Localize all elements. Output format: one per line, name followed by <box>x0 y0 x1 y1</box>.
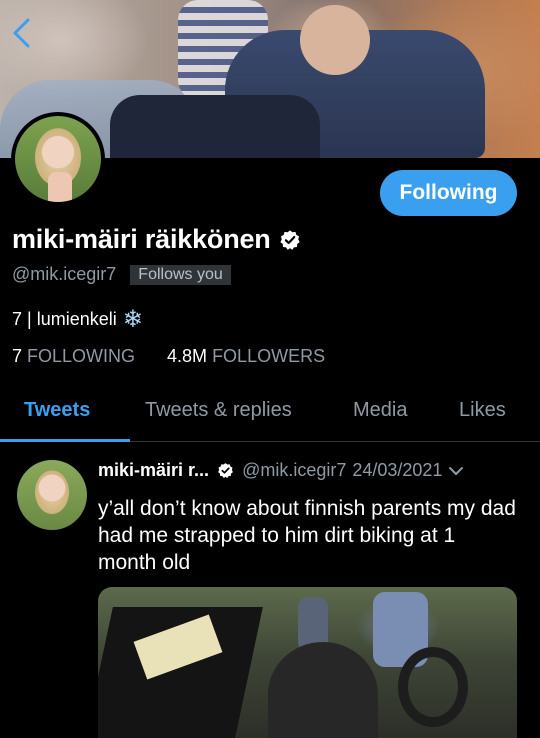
following-label: FOLLOWING <box>27 346 136 366</box>
handle-row: @mik.icegir7 Follows you <box>12 264 231 285</box>
media-photo-detail <box>268 642 378 738</box>
tweet[interactable]: miki-mäiri r... @mik.icegir7 24/03/2021 … <box>0 443 540 738</box>
profile-tabs: Tweets Tweets & replies Media Likes <box>0 382 540 442</box>
display-name: miki-mäiri räikkönen <box>12 224 271 254</box>
tab-likes[interactable]: Likes <box>459 399 506 422</box>
tweet-avatar[interactable] <box>17 460 87 530</box>
following-count: 7 <box>12 346 23 366</box>
followers-count-link[interactable]: 4.8M FOLLOWERS <box>167 346 325 367</box>
followers-label: FOLLOWERS <box>212 346 326 366</box>
tab-tweets[interactable]: Tweets <box>24 399 90 422</box>
tweet-date: 24/03/2021 <box>352 460 443 480</box>
profile-bio: 7 | lumienkeli ❄ <box>12 305 143 334</box>
follows-you-badge: Follows you <box>130 264 231 285</box>
chevron-down-icon[interactable] <box>447 462 465 480</box>
media-photo-detail <box>398 647 468 727</box>
bio-text: 7 | lumienkeli <box>12 309 117 329</box>
tweet-author-handle[interactable]: @mik.icegir7 <box>242 460 346 481</box>
verified-badge-icon <box>279 229 300 250</box>
snowflake-icon: ❄ <box>122 306 143 333</box>
profile-avatar[interactable] <box>11 112 105 206</box>
profile-name-row: miki-mäiri räikkönen <box>12 224 301 255</box>
profile-stats: 7 FOLLOWING 4.8M FOLLOWERS <box>12 346 325 367</box>
tab-tweets-replies[interactable]: Tweets & replies <box>145 399 292 422</box>
following-count-link[interactable]: 7 FOLLOWING <box>12 346 135 367</box>
banner-photo-detail <box>300 5 370 75</box>
tweet-header: miki-mäiri r... @mik.icegir7 24/03/2021 <box>98 460 528 481</box>
tweet-author-name[interactable]: miki-mäiri r... <box>98 460 209 481</box>
tweet-media-image[interactable] <box>98 587 517 738</box>
followers-count: 4.8M <box>167 346 208 366</box>
back-button[interactable] <box>8 16 38 50</box>
profile-handle: @mik.icegir7 <box>12 264 117 284</box>
active-tab-indicator <box>0 439 130 442</box>
tab-media[interactable]: Media <box>353 399 407 422</box>
avatar-photo-detail <box>48 172 72 202</box>
banner-photo-detail <box>110 95 320 158</box>
tweet-text: y’all don’t know about finnish parents m… <box>98 497 516 574</box>
verified-badge-icon <box>218 463 233 479</box>
following-button[interactable]: Following <box>380 170 517 216</box>
chevron-left-icon <box>13 18 30 48</box>
